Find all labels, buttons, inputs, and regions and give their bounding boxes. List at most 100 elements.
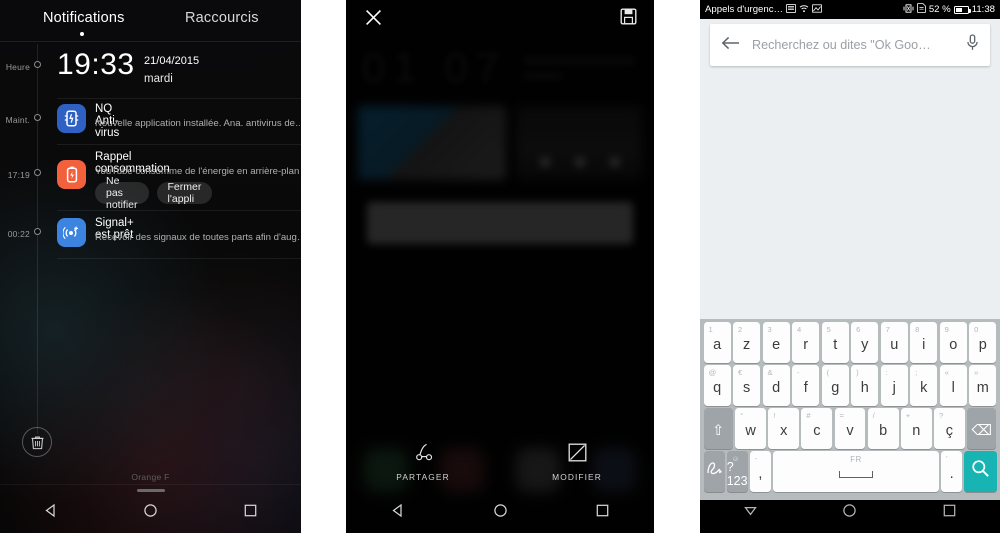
key-label: . [949, 465, 954, 482]
nav-inner [700, 488, 1000, 533]
key-label: ç [945, 422, 954, 439]
recents-icon[interactable] [201, 503, 301, 518]
close-app-button[interactable]: Fermer l'appli [156, 181, 213, 205]
key-ccedilla[interactable]: ? ç [933, 408, 965, 449]
key-hint: ? [938, 410, 944, 420]
edit-label: MODIFIER [552, 471, 602, 482]
shade-tabs: Notifications Raccourcis [0, 0, 301, 44]
key-label: n [912, 422, 921, 439]
recents-icon[interactable] [900, 503, 1000, 518]
battery-icon [953, 5, 971, 14]
recents-icon[interactable] [551, 503, 654, 518]
back-icon[interactable] [346, 503, 449, 518]
key-label: b [879, 422, 888, 439]
home-icon[interactable] [800, 503, 900, 518]
key-g[interactable]: (g [821, 365, 849, 406]
key-n[interactable]: + n [900, 408, 932, 449]
key-label: l [951, 379, 955, 396]
key-w[interactable]: ° w [735, 408, 767, 449]
key-l[interactable]: «l [939, 365, 967, 406]
notification-divider [57, 258, 301, 259]
key-u[interactable]: 7u [880, 322, 908, 363]
key-hint: 4 [797, 324, 802, 334]
key-label: a [713, 336, 722, 353]
dont-notify-button[interactable]: Ne pas notifier [95, 175, 149, 211]
key-hint: & [767, 367, 773, 377]
key-hint: - [754, 453, 758, 463]
vibrate-icon [903, 3, 914, 16]
key-label: z [743, 336, 751, 353]
key-f[interactable]: -f [792, 365, 820, 406]
keyboard-row-3: ⇧ ° w ! x # c = v / b + n ? ç ⌫ [702, 408, 998, 451]
key-v[interactable]: = v [834, 408, 866, 449]
tab-notifications[interactable]: Notifications [43, 10, 125, 26]
comma-key[interactable]: - , [749, 451, 771, 492]
handwriting-icon [705, 461, 724, 481]
key-h[interactable]: ) h [851, 365, 879, 406]
space-underline [839, 471, 874, 479]
notification-body: Recevoir des signaux de toutes parts afi… [95, 232, 300, 243]
key-hint: @ [708, 367, 717, 377]
key-hint: 0 [974, 324, 979, 334]
key-z[interactable]: 2z [733, 322, 761, 363]
notification-actions: Ne pas notifier Fermer l'appli [95, 175, 213, 211]
symbols-key[interactable]: ☺ ?123 [726, 451, 748, 492]
status-bar-right: 52 % 11:38 [903, 3, 995, 16]
key-hint: ' [946, 453, 948, 463]
period-key[interactable]: ' . [941, 451, 963, 492]
back-icon[interactable] [0, 503, 100, 518]
key-label: k [920, 379, 928, 396]
backspace-key[interactable]: ⌫ [967, 408, 997, 449]
key-hint: ) [856, 367, 859, 377]
hide-keyboard-icon[interactable] [700, 503, 800, 518]
key-label: c [813, 422, 821, 439]
clear-all-trash-icon[interactable] [22, 427, 52, 457]
home-icon[interactable] [449, 503, 552, 518]
back-arrow-icon[interactable] [721, 35, 740, 56]
key-j[interactable]: :j [880, 365, 908, 406]
key-d[interactable]: & d [762, 365, 790, 406]
key-r[interactable]: 4r [792, 322, 820, 363]
clock-date: 21/04/2015 [144, 55, 200, 67]
key-t[interactable]: 5t [821, 322, 849, 363]
key-label: i [922, 336, 926, 353]
key-i[interactable]: 8i [910, 322, 938, 363]
key-p[interactable]: 0p [969, 322, 997, 363]
key-y[interactable]: 6y [851, 322, 879, 363]
key-e[interactable]: 3e [762, 322, 790, 363]
key-a[interactable]: 1a [703, 322, 731, 363]
key-b[interactable]: / b [867, 408, 899, 449]
shift-key[interactable]: ⇧ [703, 408, 733, 449]
key-o[interactable]: 9o [939, 322, 967, 363]
search-bar[interactable]: Recherchez ou dites "Ok Goo… [710, 24, 990, 66]
emergency-calls-label: Appels d'urgenc… [705, 4, 784, 15]
save-icon[interactable] [620, 8, 637, 30]
close-icon[interactable] [365, 9, 382, 31]
key-label: g [831, 379, 840, 396]
notification-divider [57, 144, 301, 145]
space-key[interactable]: FR [773, 451, 939, 492]
key-label: , [758, 465, 763, 482]
key-k[interactable]: ; k [910, 365, 938, 406]
key-hint: 2 [738, 324, 743, 334]
microphone-icon[interactable] [966, 34, 979, 56]
key-label: m [976, 379, 989, 396]
key-c[interactable]: # c [801, 408, 833, 449]
home-icon[interactable] [100, 503, 200, 518]
key-s[interactable]: € s [733, 365, 761, 406]
key-hint: 6 [856, 324, 861, 334]
edit-action[interactable]: MODIFIER [500, 436, 654, 488]
notification-divider [57, 210, 301, 211]
system-navigation-bar [0, 488, 301, 533]
search-key[interactable] [964, 451, 997, 492]
key-label: v [846, 422, 854, 439]
search-input[interactable]: Recherchez ou dites "Ok Goo… [752, 38, 966, 52]
key-hint: # [806, 410, 811, 420]
share-action[interactable]: PARTAGER [346, 436, 500, 488]
key-q[interactable]: @ q [703, 365, 731, 406]
tab-shortcuts[interactable]: Raccourcis [185, 10, 259, 26]
key-x[interactable]: ! x [768, 408, 800, 449]
timeline-marker [34, 228, 41, 235]
handwriting-key[interactable] [703, 451, 725, 492]
key-m[interactable]: » m [969, 365, 997, 406]
